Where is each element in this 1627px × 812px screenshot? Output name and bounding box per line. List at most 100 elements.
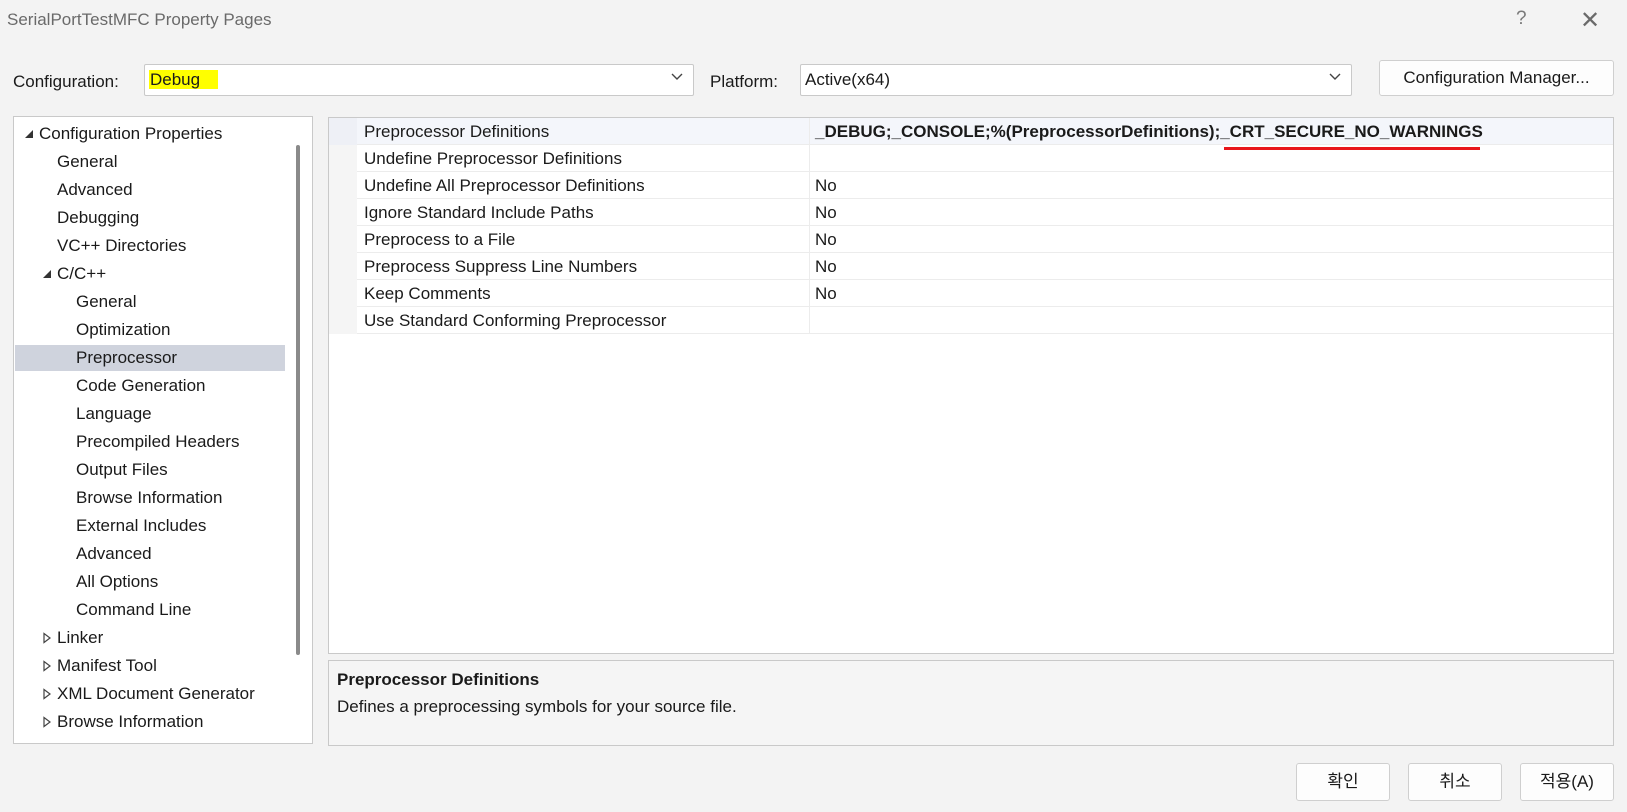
property-value[interactable]: No <box>815 176 837 196</box>
tree-item-label: External Includes <box>76 516 207 535</box>
tree-item-label: Browse Information <box>57 712 204 731</box>
description-title: Preprocessor Definitions <box>337 670 540 689</box>
property-value[interactable]: No <box>815 284 837 304</box>
tree-item-label: XML Document Generator <box>57 684 255 703</box>
tree-item-label: Browse Information <box>76 488 223 507</box>
tree-item[interactable]: General <box>15 289 283 315</box>
tree-item[interactable]: Advanced <box>15 541 283 567</box>
column-divider <box>809 253 810 280</box>
annotation-underline <box>1224 147 1480 150</box>
property-tree[interactable]: Configuration Properties General Advanced D… <box>13 116 313 744</box>
property-name: Preprocess Suppress Line Numbers <box>364 257 638 276</box>
column-divider <box>809 145 810 172</box>
row-gutter <box>329 145 357 172</box>
tree-item-label: Preprocessor <box>76 348 178 367</box>
tree-item[interactable]: Output Files <box>15 457 283 483</box>
row-gutter <box>329 226 357 253</box>
tree-item[interactable]: C/C++ <box>15 261 283 287</box>
configuration-value: Debug <box>149 70 219 89</box>
tree-item[interactable]: External Includes <box>15 513 283 539</box>
tree-item[interactable]: Code Generation <box>15 373 283 399</box>
collapsed-arrow-icon[interactable] <box>41 688 53 700</box>
configuration-manager-button[interactable]: Configuration Manager... <box>1379 60 1614 96</box>
tree-item[interactable]: Precompiled Headers <box>15 429 283 455</box>
row-gutter <box>329 280 357 307</box>
property-grid: Preprocessor Definitions _DEBUG;_CONSOLE;… <box>328 117 1614 654</box>
column-divider <box>809 280 810 307</box>
property-row[interactable]: Keep Comments No <box>329 280 1613 307</box>
tree-item-label: Precompiled Headers <box>76 432 240 451</box>
tree-item[interactable]: Manifest Tool <box>15 653 283 679</box>
tree-item[interactable]: All Options <box>15 569 283 595</box>
column-divider <box>809 118 810 145</box>
ok-button[interactable]: 확인 <box>1296 763 1390 801</box>
apply-button[interactable]: 적용(A) <box>1520 763 1614 801</box>
tree-item[interactable]: General <box>15 149 283 175</box>
property-value[interactable]: No <box>815 203 837 223</box>
tree-item[interactable]: VC++ Directories <box>15 233 283 259</box>
property-name: Use Standard Conforming Preprocessor <box>364 311 667 330</box>
platform-dropdown[interactable]: Active(x64) <box>800 64 1352 96</box>
column-divider <box>809 226 810 253</box>
tree-item-label: General <box>57 152 118 171</box>
column-divider <box>809 307 810 334</box>
tree-item-label: Language <box>76 404 152 423</box>
close-icon[interactable]: ✕ <box>1580 6 1600 35</box>
tree-item-label: C/C++ <box>57 264 107 283</box>
tree-item[interactable]: Browse Information <box>15 485 283 511</box>
tree-item[interactable]: Advanced <box>15 177 283 203</box>
property-row[interactable]: Preprocess to a File No <box>329 226 1613 253</box>
tree-item[interactable]: Optimization <box>15 317 283 343</box>
property-row[interactable]: Undefine All Preprocessor Definitions No <box>329 172 1613 199</box>
property-row[interactable]: Ignore Standard Include Paths No <box>329 199 1613 226</box>
property-row[interactable]: Use Standard Conforming Preprocessor <box>329 307 1613 334</box>
tree-item-label: Configuration Properties <box>39 124 223 143</box>
row-gutter <box>329 172 357 199</box>
tree-item-label: Optimization <box>76 320 171 339</box>
column-divider <box>809 199 810 226</box>
tree-item[interactable]: Language <box>15 401 283 427</box>
title-bar: SerialPortTestMFC Property Pages ? ✕ <box>0 0 1627 42</box>
property-row[interactable]: Preprocessor Definitions _DEBUG;_CONSOLE;… <box>329 118 1613 145</box>
expanded-arrow-icon[interactable] <box>23 128 35 140</box>
tree-item-label: Debugging <box>57 208 140 227</box>
tree-item[interactable]: Preprocessor <box>15 345 285 371</box>
property-name: Preprocessor Definitions <box>364 122 550 141</box>
collapsed-arrow-icon[interactable] <box>41 632 53 644</box>
platform-label: Platform: <box>710 72 779 91</box>
cancel-button[interactable]: 취소 <box>1408 763 1502 801</box>
tree-item[interactable]: Debugging <box>15 205 283 231</box>
row-gutter <box>329 199 357 226</box>
property-name: Undefine Preprocessor Definitions <box>364 149 622 168</box>
tree-item[interactable]: Configuration Properties <box>15 121 283 147</box>
property-value[interactable]: No <box>815 230 837 250</box>
tree-item-label: Advanced <box>76 544 152 563</box>
tree-item-label: Manifest Tool <box>57 656 157 675</box>
window-title: SerialPortTestMFC Property Pages <box>7 10 272 29</box>
column-divider <box>809 172 810 199</box>
tree-item[interactable]: Linker <box>15 625 283 651</box>
tree-item-label: Code Generation <box>76 376 206 395</box>
chevron-down-icon <box>1329 73 1341 80</box>
chevron-down-icon <box>671 73 683 80</box>
tree-scrollbar[interactable] <box>296 145 300 655</box>
row-gutter <box>329 307 357 334</box>
configuration-dropdown[interactable]: Debug <box>144 64 694 96</box>
tree-item[interactable]: Command Line <box>15 597 283 623</box>
collapsed-arrow-icon[interactable] <box>41 660 53 672</box>
tree-item-label: All Options <box>76 572 159 591</box>
tree-item-label: Output Files <box>76 460 168 479</box>
tree-item[interactable]: XML Document Generator <box>15 681 283 707</box>
description-text: Defines a preprocessing symbols for your… <box>337 697 737 716</box>
collapsed-arrow-icon[interactable] <box>41 716 53 728</box>
property-value[interactable]: _DEBUG;_CONSOLE;%(PreprocessorDefinition… <box>815 122 1483 142</box>
property-name: Keep Comments <box>364 284 491 303</box>
help-icon[interactable]: ? <box>1516 8 1527 30</box>
tree-item-label: Command Line <box>76 600 192 619</box>
property-row[interactable]: Preprocess Suppress Line Numbers No <box>329 253 1613 280</box>
property-name: Preprocess to a File <box>364 230 516 249</box>
property-value[interactable]: No <box>815 257 837 277</box>
tree-item[interactable]: Browse Information <box>15 709 283 735</box>
row-gutter <box>329 253 357 280</box>
expanded-arrow-icon[interactable] <box>41 268 53 280</box>
